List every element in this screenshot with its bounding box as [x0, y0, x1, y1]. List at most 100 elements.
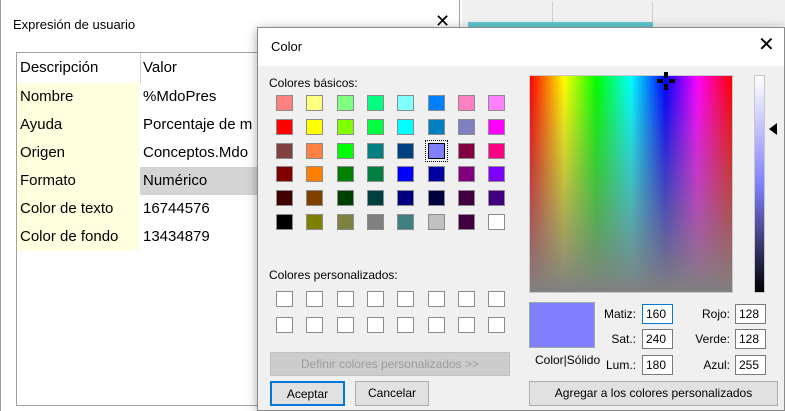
- saturation-input[interactable]: 240: [642, 329, 673, 349]
- color-spectrum[interactable]: [529, 75, 733, 293]
- basic-color-swatch[interactable]: [425, 140, 448, 162]
- basic-color-swatch[interactable]: [397, 166, 414, 182]
- basic-color-swatch[interactable]: [488, 166, 505, 182]
- custom-color-swatch[interactable]: [458, 291, 475, 307]
- custom-color-swatch[interactable]: [488, 317, 505, 333]
- basic-color-swatch[interactable]: [397, 190, 414, 206]
- close-icon[interactable]: ✕: [758, 35, 775, 55]
- basic-color-swatch[interactable]: [276, 143, 293, 159]
- basic-color-swatch[interactable]: [337, 119, 354, 135]
- basic-color-swatch[interactable]: [276, 119, 293, 135]
- property-name: Origen: [17, 139, 139, 167]
- accept-button[interactable]: Aceptar: [270, 381, 345, 406]
- hue-label: Matiz:: [603, 307, 636, 321]
- basic-color-swatch[interactable]: [276, 214, 293, 230]
- basic-color-swatch[interactable]: [306, 190, 323, 206]
- basic-color-swatch[interactable]: [337, 166, 354, 182]
- basic-color-swatch[interactable]: [367, 166, 384, 182]
- basic-color-swatch[interactable]: [458, 190, 475, 206]
- custom-color-swatch[interactable]: [337, 317, 354, 333]
- cancel-button[interactable]: Cancelar: [355, 381, 429, 406]
- basic-color-swatch[interactable]: [488, 143, 505, 159]
- red-label: Rojo:: [701, 307, 730, 321]
- blue-label: Azul:: [703, 358, 730, 372]
- define-custom-colors-button[interactable]: Definir colores personalizados >>: [270, 352, 510, 376]
- saturation-label: Sat.:: [611, 332, 636, 346]
- add-to-custom-colors-button[interactable]: Agregar a los colores personalizados: [529, 381, 778, 406]
- color-dialog: Color ✕ Colores básicos: Colores persona…: [257, 27, 785, 411]
- basic-color-swatch[interactable]: [397, 95, 414, 111]
- custom-color-swatch[interactable]: [276, 317, 293, 333]
- custom-color-swatch[interactable]: [428, 291, 445, 307]
- custom-color-swatch[interactable]: [337, 291, 354, 307]
- basic-color-swatch[interactable]: [276, 190, 293, 206]
- basic-color-swatch[interactable]: [337, 95, 354, 111]
- basic-color-swatch[interactable]: [306, 214, 323, 230]
- blue-input[interactable]: 255: [735, 355, 766, 375]
- hue-input[interactable]: 160: [642, 304, 673, 324]
- luminosity-slider[interactable]: [754, 75, 765, 293]
- basic-color-swatch[interactable]: [458, 214, 475, 230]
- basic-color-swatch[interactable]: [367, 190, 384, 206]
- custom-colors-label: Colores personalizados:: [269, 268, 398, 282]
- custom-color-swatch[interactable]: [397, 291, 414, 307]
- basic-color-swatch[interactable]: [276, 166, 293, 182]
- basic-color-swatch[interactable]: [428, 190, 445, 206]
- green-input[interactable]: 128: [735, 329, 766, 349]
- property-name: Nombre: [17, 83, 139, 111]
- basic-color-swatch[interactable]: [397, 119, 414, 135]
- dialog-title: Expresión de usuario: [13, 17, 136, 32]
- basic-color-swatch[interactable]: [337, 190, 354, 206]
- custom-color-swatch[interactable]: [397, 317, 414, 333]
- crosshair-icon: [657, 72, 675, 90]
- property-name: Ayuda: [17, 111, 139, 139]
- basic-color-swatch[interactable]: [488, 214, 505, 230]
- property-name: Formato: [17, 167, 139, 195]
- custom-color-swatch[interactable]: [367, 317, 384, 333]
- custom-color-swatch[interactable]: [488, 291, 505, 307]
- green-label: Verde:: [695, 332, 730, 346]
- basic-color-swatch[interactable]: [306, 166, 323, 182]
- basic-color-swatch[interactable]: [306, 119, 323, 135]
- basic-color-swatch[interactable]: [367, 95, 384, 111]
- basic-color-swatch[interactable]: [458, 166, 475, 182]
- property-name: Color de fondo: [17, 223, 139, 251]
- basic-color-swatch[interactable]: [306, 143, 323, 159]
- basic-color-swatch[interactable]: [306, 95, 323, 111]
- luminosity-input[interactable]: 180: [642, 355, 673, 375]
- basic-color-swatch[interactable]: [428, 95, 445, 111]
- custom-color-swatch[interactable]: [367, 291, 384, 307]
- basic-color-swatch[interactable]: [337, 143, 354, 159]
- red-input[interactable]: 128: [735, 304, 766, 324]
- custom-color-swatch[interactable]: [428, 317, 445, 333]
- basic-color-swatch[interactable]: [367, 143, 384, 159]
- basic-color-swatch[interactable]: [337, 214, 354, 230]
- title-bar[interactable]: Color ✕: [258, 28, 784, 66]
- basic-color-swatch[interactable]: [458, 119, 475, 135]
- custom-color-swatch[interactable]: [306, 291, 323, 307]
- property-name: Color de texto: [17, 195, 139, 223]
- basic-color-swatch[interactable]: [488, 190, 505, 206]
- custom-color-swatch[interactable]: [458, 317, 475, 333]
- basic-color-swatch[interactable]: [367, 119, 384, 135]
- basic-color-swatch[interactable]: [458, 143, 475, 159]
- basic-color-swatch[interactable]: [397, 214, 414, 230]
- column-header-description[interactable]: Descripción: [17, 53, 139, 83]
- custom-color-swatch[interactable]: [306, 317, 323, 333]
- basic-color-swatch[interactable]: [428, 119, 445, 135]
- basic-color-swatch[interactable]: [397, 143, 414, 159]
- basic-color-swatch[interactable]: [488, 95, 505, 111]
- basic-color-swatch[interactable]: [428, 214, 445, 230]
- basic-color-swatch[interactable]: [428, 166, 445, 182]
- basic-color-swatch[interactable]: [458, 95, 475, 111]
- custom-color-swatch[interactable]: [276, 291, 293, 307]
- basic-color-swatch[interactable]: [488, 119, 505, 135]
- tab-divider: [652, 2, 653, 22]
- luminosity-label: Lum.:: [605, 358, 636, 372]
- luminosity-arrow-icon[interactable]: [769, 123, 777, 135]
- basic-color-swatch[interactable]: [367, 214, 384, 230]
- basic-color-swatch[interactable]: [276, 95, 293, 111]
- dialog-title: Color: [271, 39, 303, 54]
- tab-divider: [552, 2, 553, 22]
- basic-colors-label: Colores básicos:: [269, 76, 358, 90]
